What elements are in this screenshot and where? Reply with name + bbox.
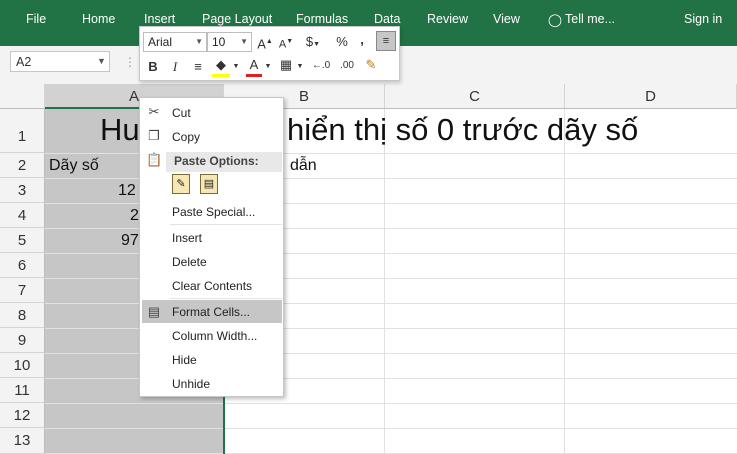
menu-item-hide[interactable]: Hide <box>172 353 197 367</box>
font-size-value: 10 <box>212 35 226 49</box>
row-header-7[interactable]: 7 <box>0 278 45 303</box>
cell-a1-title[interactable]: Hu <box>100 112 140 148</box>
cell-title-continuation: hiển thị số 0 trước dãy số <box>287 112 639 147</box>
align-center-icon[interactable]: ≡ <box>190 58 206 76</box>
column-header-c[interactable]: C <box>385 84 565 109</box>
borders-icon[interactable]: ▦ <box>278 56 294 74</box>
menu-item-clear-contents[interactable]: Clear Contents <box>172 279 252 293</box>
decrease-decimal-icon[interactable]: .00 <box>336 57 358 75</box>
chevron-down-icon[interactable]: ▼ <box>296 58 304 76</box>
context-menu: ✂ Cut ❐ Copy 📋 Paste Options: ✎ ▤ Paste … <box>139 97 284 397</box>
scissors-icon: ✂ <box>148 104 160 119</box>
tab-insert[interactable]: Insert <box>144 12 175 26</box>
row-header-9[interactable]: 9 <box>0 328 45 353</box>
worksheet-grid: A B C D 1 2 3 4 5 6 7 8 9 10 11 12 13 Hu… <box>0 84 737 454</box>
menu-item-paste-special[interactable]: Paste Special... <box>172 205 255 219</box>
tell-me-search[interactable]: Tell me... <box>565 12 615 26</box>
format-painter-icon[interactable]: ✎ <box>362 56 380 74</box>
tab-formulas[interactable]: Formulas <box>296 12 348 26</box>
row-header-1[interactable]: 1 <box>0 109 45 153</box>
font-color-icon[interactable]: A <box>246 56 262 77</box>
menu-separator <box>170 298 282 299</box>
bold-icon[interactable]: B <box>146 58 160 76</box>
row-header-13[interactable]: 13 <box>0 428 45 454</box>
menu-item-format-cells[interactable]: Format Cells... <box>172 305 250 319</box>
name-box-value: A2 <box>16 55 32 69</box>
formula-bar-grip-icon: ⋮ <box>124 55 136 69</box>
percent-icon[interactable]: % <box>334 33 350 51</box>
cell-a2[interactable]: Dãy số <box>49 157 99 175</box>
name-box[interactable]: A2 ▼ <box>10 51 110 72</box>
row-header-10[interactable]: 10 <box>0 353 45 378</box>
tab-review[interactable]: Review <box>427 12 468 26</box>
grow-font-icon[interactable]: A▲ <box>257 33 273 53</box>
paste-icon[interactable]: ▤ <box>200 174 218 194</box>
shrink-font-icon[interactable]: A▼ <box>278 33 294 54</box>
menu-item-insert[interactable]: Insert <box>172 231 202 245</box>
menu-item-cut[interactable]: Cut <box>172 106 191 120</box>
comma-style-icon[interactable]: , <box>356 31 368 49</box>
font-name-value: Arial <box>148 35 173 49</box>
cell-a4[interactable]: 2 <box>130 207 139 225</box>
tab-home[interactable]: Home <box>82 12 115 26</box>
row-header-3[interactable]: 3 <box>0 178 45 203</box>
column-header-d[interactable]: D <box>565 84 737 109</box>
cell-a5[interactable]: 97 <box>121 232 139 250</box>
chevron-down-icon[interactable]: ▼ <box>264 58 272 76</box>
tab-file[interactable]: File <box>26 12 46 26</box>
chevron-down-icon[interactable]: ▼ <box>232 58 240 76</box>
increase-decimal-icon[interactable]: ←.0 <box>310 57 332 75</box>
fill-color-icon[interactable]: ◆ <box>212 56 230 77</box>
row-header-2[interactable]: 2 <box>0 153 45 178</box>
mini-toolbar: Arial ▼ 10 ▼ A▲ A▼ $▼ % , ≡ B I ≡ ◆ ▼ A … <box>139 26 400 81</box>
wrap-text-icon[interactable]: ≡ <box>376 31 396 51</box>
tab-data[interactable]: Data <box>374 12 400 26</box>
currency-icon[interactable]: $▼ <box>302 33 324 54</box>
row-header-11[interactable]: 11 <box>0 378 45 403</box>
menu-separator <box>170 224 282 225</box>
paste-options-label: Paste Options: <box>174 154 259 168</box>
italic-icon[interactable]: I <box>168 58 182 76</box>
lightbulb-icon: ◯ <box>548 13 562 27</box>
select-all-corner[interactable] <box>0 84 45 109</box>
sign-in-link[interactable]: Sign in <box>684 12 722 26</box>
row-header-12[interactable]: 12 <box>0 403 45 428</box>
menu-item-unhide[interactable]: Unhide <box>172 377 210 391</box>
cell-b2[interactable]: dẫn <box>290 157 317 175</box>
tab-page-layout[interactable]: Page Layout <box>202 12 272 26</box>
row-header-5[interactable]: 5 <box>0 228 45 253</box>
row-header-4[interactable]: 4 <box>0 203 45 228</box>
tab-view[interactable]: View <box>493 12 520 26</box>
menu-item-copy[interactable]: Copy <box>172 130 200 144</box>
menu-item-delete[interactable]: Delete <box>172 255 207 269</box>
font-name-combo[interactable]: Arial ▼ <box>143 32 207 52</box>
row-header-6[interactable]: 6 <box>0 253 45 278</box>
chevron-down-icon: ▼ <box>240 37 248 46</box>
clipboard-icon: 📋 <box>146 152 163 167</box>
chevron-down-icon[interactable]: ▼ <box>97 56 106 66</box>
format-cells-icon: ▤ <box>147 304 161 319</box>
copy-icon: ❐ <box>148 128 160 143</box>
chevron-down-icon: ▼ <box>195 37 203 46</box>
row-header-8[interactable]: 8 <box>0 303 45 328</box>
menu-item-column-width[interactable]: Column Width... <box>172 329 257 343</box>
paste-formatting-icon[interactable]: ✎ <box>172 174 190 194</box>
cell-a3[interactable]: 12 <box>118 182 136 200</box>
font-size-combo[interactable]: 10 ▼ <box>207 32 252 52</box>
